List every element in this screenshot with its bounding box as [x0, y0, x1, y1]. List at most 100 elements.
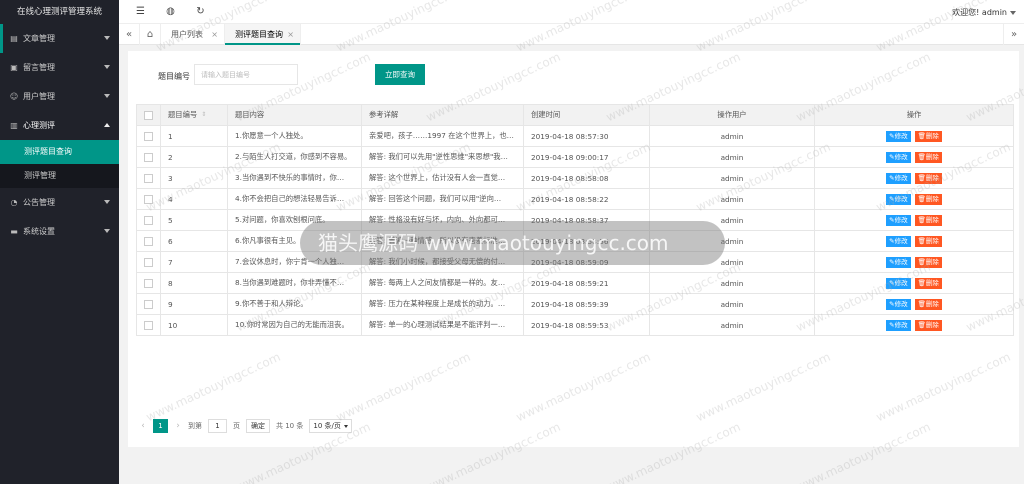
table-row: 8 8.当你遇到难题时，你非弄懂不… 解答: 每两上人之间友情都是一样的。友… 201… [136, 272, 1014, 294]
row-checkbox[interactable] [136, 188, 161, 210]
refresh-icon[interactable]: ↻ [195, 6, 206, 17]
chevron-down-icon [104, 229, 110, 233]
checkbox[interactable] [144, 110, 153, 120]
delete-button[interactable]: 🗑删除 [914, 193, 942, 205]
delete-button[interactable]: 🗑删除 [914, 235, 942, 247]
delete-button[interactable]: 🗑删除 [914, 130, 942, 142]
watermark-banner: 猫头鹰源码 www.maotouyingcc.com [300, 221, 725, 265]
close-icon[interactable]: × [287, 24, 294, 45]
user-menu[interactable]: 欢迎您! admin [952, 7, 1016, 18]
cell-content: 2.与陌生人打交道，你感到不容易。 [227, 146, 362, 168]
edit-button[interactable]: ✎修改 [886, 235, 911, 247]
header-id[interactable]: 题目编号 ⇕ [160, 104, 228, 126]
edit-button[interactable]: ✎修改 [886, 172, 911, 184]
delete-button[interactable]: 🗑删除 [914, 277, 942, 289]
row-checkbox[interactable] [136, 293, 161, 315]
sidebar-item-settings[interactable]: ▬ 系统设置 [0, 217, 119, 246]
sidebar-subitem-question-query[interactable]: 测评题目查询 [0, 140, 119, 164]
cell-id: 1 [160, 125, 228, 147]
tab-label: 用户列表 [171, 30, 203, 39]
next-page-icon[interactable]: › [171, 421, 185, 431]
current-page[interactable]: 1 [153, 419, 168, 433]
cell-id: 4 [160, 188, 228, 210]
row-checkbox[interactable] [136, 146, 161, 168]
checkbox[interactable] [144, 236, 153, 246]
edit-button[interactable]: ✎修改 [886, 193, 911, 205]
tab-question-query[interactable]: 测评题目查询 × [225, 24, 301, 45]
row-checkbox[interactable] [136, 209, 161, 231]
sidebar-item-label: 用户管理 [23, 92, 55, 101]
checkbox[interactable] [144, 173, 153, 183]
checkbox[interactable] [144, 278, 153, 288]
cell-answer: 解答: 回答这个问题，我们可以用"逆向… [361, 188, 524, 210]
edit-button[interactable]: ✎修改 [886, 214, 911, 226]
edit-button[interactable]: ✎修改 [886, 256, 911, 268]
tabs-prev-icon[interactable]: « [119, 24, 140, 45]
delete-button[interactable]: 🗑删除 [914, 298, 942, 310]
checkbox[interactable] [144, 257, 153, 267]
edit-button[interactable]: ✎修改 [886, 151, 911, 163]
menu-toggle-icon[interactable]: ☰ [135, 6, 146, 17]
select-all-checkbox[interactable] [136, 104, 161, 126]
tab-user-list[interactable]: 用户列表 × [161, 24, 225, 45]
sidebar-subitem-assessment-manage[interactable]: 测评管理 [0, 164, 119, 188]
book-icon: ▤ [10, 33, 18, 43]
cell-id: 10 [160, 314, 228, 336]
sidebar-item-announcements[interactable]: ◔ 公告管理 [0, 188, 119, 217]
header-time: 创建时间 [523, 104, 650, 126]
delete-button[interactable]: 🗑删除 [914, 214, 942, 226]
checkbox[interactable] [144, 131, 153, 141]
edit-button[interactable]: ✎修改 [886, 298, 911, 310]
sidebar-item-label: 系统设置 [23, 227, 55, 236]
cell-user: admin [649, 293, 815, 315]
delete-button[interactable]: 🗑删除 [914, 256, 942, 268]
globe-icon[interactable]: ◍ [165, 6, 176, 17]
goto-confirm-button[interactable]: 确定 [246, 419, 270, 433]
sidebar-item-articles[interactable]: ▤ 文章管理 [0, 24, 119, 53]
cell-actions: ✎修改 🗑删除 [814, 251, 1014, 273]
row-checkbox[interactable] [136, 272, 161, 294]
sidebar-item-assessment[interactable]: ▥ 心理测评 [0, 111, 119, 140]
page-size-select[interactable]: 10 条/页 [309, 419, 352, 433]
row-checkbox[interactable] [136, 167, 161, 189]
table-header-row: 题目编号 ⇕ 题目内容 参考详解 创建时间 操作用户 操作 [136, 104, 1014, 126]
table-row: 3 3.当你遇到不快乐的事情时，你… 解答: 这个世界上，估计没有人会一直觉… 201… [136, 167, 1014, 189]
edit-button[interactable]: ✎修改 [886, 277, 911, 289]
cell-actions: ✎修改 🗑删除 [814, 188, 1014, 210]
checkbox[interactable] [144, 299, 153, 309]
checkbox[interactable] [144, 194, 153, 204]
delete-button[interactable]: 🗑删除 [914, 172, 942, 184]
table-row: 9 9.你不善于和人辩论。 解答: 压力在某种程度上是成长的动力。… 2019-04-… [136, 293, 1014, 315]
question-id-input[interactable] [194, 64, 298, 85]
home-icon[interactable]: ⌂ [140, 24, 161, 45]
edit-button[interactable]: ✎修改 [886, 319, 911, 331]
cell-id: 8 [160, 272, 228, 294]
checkbox[interactable] [144, 215, 153, 225]
goto-page-input[interactable]: 1 [208, 419, 227, 433]
table-row: 10 10.你时常因为自己的无能而沮丧。 解答: 单一的心理测试结果是不能评判一… 2… [136, 314, 1014, 336]
checkbox[interactable] [144, 152, 153, 162]
close-icon[interactable]: × [211, 24, 218, 45]
sidebar-item-messages[interactable]: ▣ 留言管理 [0, 53, 119, 82]
header-answer: 参考详解 [361, 104, 524, 126]
edit-button[interactable]: ✎修改 [886, 130, 911, 142]
checkbox[interactable] [144, 320, 153, 330]
row-checkbox[interactable] [136, 314, 161, 336]
row-checkbox[interactable] [136, 125, 161, 147]
sort-icon[interactable]: ⇕ [201, 112, 206, 118]
table-row: 4 4.你不会把自己的想法轻易告诉… 解答: 回答这个问题，我们可以用"逆向… 201… [136, 188, 1014, 210]
cell-id: 9 [160, 293, 228, 315]
page-unit: 页 [233, 422, 240, 430]
tabs-next-icon[interactable]: » [1003, 24, 1024, 45]
cell-time: 2019-04-18 08:58:22 [523, 188, 650, 210]
prev-page-icon[interactable]: ‹ [136, 421, 150, 431]
cell-time: 2019-04-18 08:58:08 [523, 167, 650, 189]
sidebar-item-users[interactable]: ☺ 用户管理 [0, 82, 119, 111]
delete-button[interactable]: 🗑删除 [914, 319, 942, 331]
cell-user: admin [649, 314, 815, 336]
delete-button[interactable]: 🗑删除 [914, 151, 942, 163]
row-checkbox[interactable] [136, 251, 161, 273]
app-title: 在线心理测评管理系统 [16, 7, 102, 17]
search-button[interactable]: 立即查询 [375, 64, 425, 85]
row-checkbox[interactable] [136, 230, 161, 252]
